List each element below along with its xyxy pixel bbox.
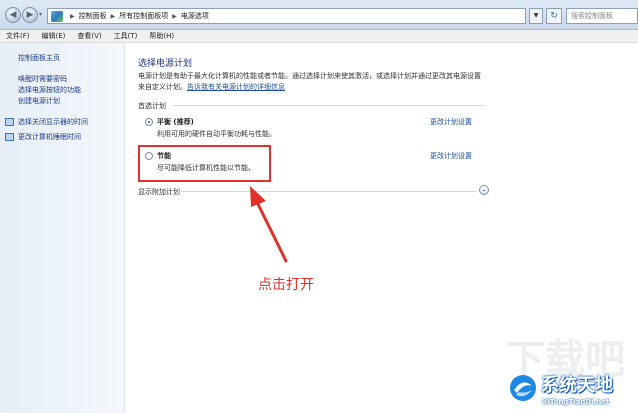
breadcrumb-control-panel[interactable]: 控制面板 bbox=[79, 11, 107, 21]
control-panel-home-link[interactable]: 控制面板主页 bbox=[18, 53, 60, 63]
monitor-icon bbox=[5, 118, 14, 126]
menu-tools[interactable]: 工具(T) bbox=[114, 31, 138, 41]
watermark-logo-icon bbox=[510, 375, 536, 401]
menu-view[interactable]: 查看(V) bbox=[77, 31, 101, 41]
watermark-url: XiTongTianDi.net bbox=[542, 398, 610, 406]
watermark-name: 系统天地 bbox=[541, 375, 613, 396]
arrow-right-icon: ▶ bbox=[26, 10, 34, 20]
back-button[interactable]: ◀ bbox=[5, 7, 21, 23]
chevron-right-icon[interactable]: ▶ bbox=[172, 13, 177, 20]
task-display-off-label: 选择关闭显示器的时间 bbox=[18, 118, 88, 126]
search-input[interactable]: 搜索控制面板 bbox=[566, 8, 638, 24]
refresh-icon: ↻ bbox=[550, 11, 558, 21]
sleep-icon bbox=[5, 133, 14, 141]
annotation-text: 点击打开 bbox=[258, 277, 314, 293]
address-bar: ◀ ▶ ▾ ▶ 控制面板 ▶ 所有控制面板项 ▶ 电源选项 ▼ ↻ 搜索控制面板 bbox=[0, 0, 638, 30]
menu-edit[interactable]: 编辑(E) bbox=[42, 31, 66, 41]
task-wakeup-password[interactable]: 唤醒时需要密码 bbox=[18, 74, 81, 85]
breadcrumb-power-options[interactable]: 电源选项 bbox=[181, 11, 209, 21]
arrow-left-icon: ◀ bbox=[9, 10, 17, 20]
refresh-button[interactable]: ↻ bbox=[546, 8, 562, 24]
left-task-pane: 控制面板主页 唤醒时需要密码 选择电源按钮的功能 创建电源计划 选择关闭显示器的… bbox=[0, 43, 125, 413]
chevron-right-icon[interactable]: ▶ bbox=[70, 13, 75, 20]
task-sleep-time[interactable]: 更改计算机睡眠时间 bbox=[5, 132, 81, 142]
task-list: 唤醒时需要密码 选择电源按钮的功能 创建电源计划 bbox=[18, 74, 81, 107]
recent-pages-dropdown[interactable]: ▾ bbox=[39, 11, 42, 18]
chevron-down-icon: ▼ bbox=[533, 12, 539, 19]
forward-button[interactable]: ▶ bbox=[22, 7, 38, 23]
task-sleep-label: 更改计算机睡眠时间 bbox=[18, 133, 81, 141]
address-history-dropdown[interactable]: ▼ bbox=[529, 8, 543, 24]
breadcrumb-all-items[interactable]: 所有控制面板项 bbox=[119, 11, 168, 21]
watermark: 系统天地 XiTongTianDi.net bbox=[508, 370, 638, 413]
menu-bar: 文件(F) 编辑(E) 查看(V) 工具(T) 帮助(H) bbox=[0, 30, 638, 43]
task-create-plan[interactable]: 创建电源计划 bbox=[18, 96, 81, 107]
task-display-off-time[interactable]: 选择关闭显示器的时间 bbox=[5, 117, 88, 127]
task-power-button[interactable]: 选择电源按钮的功能 bbox=[18, 85, 81, 96]
control-panel-icon bbox=[51, 10, 63, 22]
menu-file[interactable]: 文件(F) bbox=[6, 31, 30, 41]
chevron-right-icon[interactable]: ▶ bbox=[111, 13, 116, 20]
menu-help[interactable]: 帮助(H) bbox=[149, 31, 174, 41]
address-box[interactable]: ▶ 控制面板 ▶ 所有控制面板项 ▶ 电源选项 bbox=[47, 8, 526, 24]
